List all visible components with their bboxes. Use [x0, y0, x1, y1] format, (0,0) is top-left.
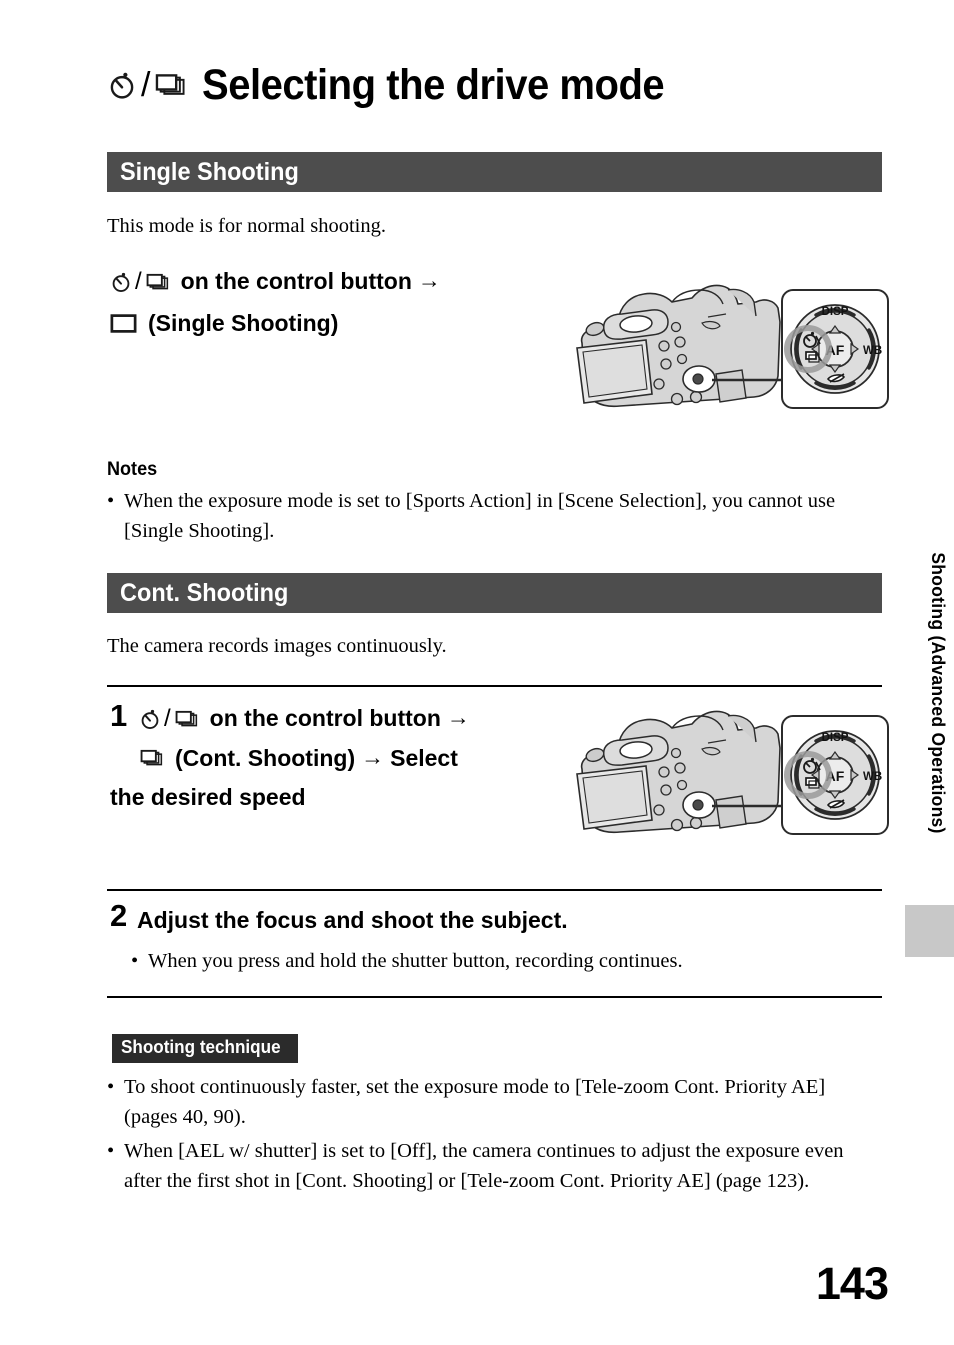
self-timer-icon: [139, 708, 161, 730]
slash-separator: /: [135, 267, 142, 295]
step-2-text: Adjust the focus and shoot the subject.: [137, 907, 568, 933]
instruction-text-2: (Single Shooting): [148, 309, 339, 336]
section-header-single-shooting: Single Shooting: [107, 152, 882, 192]
camera-control-button-illustration-1: AF DISP WB: [560, 276, 890, 421]
single-shooting-instruction: / on the control button → (Single Shooti…: [110, 264, 447, 341]
page-title-row: / Selecting the drive mode: [107, 52, 897, 118]
page-title: Selecting the drive mode: [202, 60, 665, 109]
instruction-line-2: (Single Shooting): [110, 306, 447, 342]
shooting-technique-label: Shooting technique: [121, 1037, 281, 1057]
arrow-icon: →: [446, 704, 470, 730]
section-header-cont-shooting: Cont. Shooting: [107, 573, 882, 613]
notes-label: Notes: [107, 459, 158, 480]
step-2-bullet: • When you press and hold the shutter bu…: [131, 946, 881, 976]
svg-text:WB: WB: [863, 345, 882, 357]
continuous-shooting-icon: [139, 747, 165, 769]
page-number: 143: [815, 1258, 889, 1309]
divider-rule-top: [107, 685, 882, 687]
step-1-text-2-tail: Select: [390, 744, 458, 771]
step-1-text-3: the desired speed: [110, 784, 306, 811]
step-1-text-1: on the control button: [209, 705, 441, 731]
side-tab-block: [905, 905, 954, 957]
shooting-technique-badge: Shooting technique: [112, 1034, 298, 1063]
notes-bullet-text: When the exposure mode is set to [Sports…: [124, 490, 836, 543]
camera-control-button-illustration-2: AF DISP WB: [560, 702, 890, 850]
step-number-2: 2: [110, 898, 128, 933]
arrow-icon: →: [417, 267, 441, 293]
single-shooting-icon: [110, 313, 137, 334]
bullet-point: •: [107, 1076, 115, 1098]
step-1-line-3: the desired speed: [110, 780, 476, 816]
technique-bullet-1: • To shoot continuously faster, set the …: [107, 1072, 882, 1132]
instruction-text-1: on the control button: [180, 268, 412, 294]
technique-bullet-1-text: To shoot continuously faster, set the ex…: [124, 1076, 826, 1129]
bullet-point: •: [107, 490, 115, 512]
section-header-label: Single Shooting: [120, 157, 299, 186]
title-icon-group: /: [107, 68, 188, 102]
step-number-1: 1: [110, 698, 128, 733]
side-tab-label: Shooting (Advanced Operations): [928, 552, 948, 834]
bullet-point: •: [107, 1140, 115, 1162]
self-timer-icon: [110, 271, 132, 293]
arrow-icon: →: [361, 743, 385, 770]
instruction-line-1: / on the control button →: [110, 264, 447, 300]
svg-text:DISP: DISP: [822, 732, 849, 744]
bullet-point: •: [131, 950, 139, 972]
divider-rule-bottom: [107, 996, 882, 998]
section-header-label: Cont. Shooting: [120, 578, 289, 607]
step-1-line-1: / on the control button →: [139, 701, 476, 737]
single-shooting-intro: This mode is for normal shooting.: [107, 215, 387, 237]
manual-page: / Selecting the drive mode Single Shooti…: [0, 0, 954, 1345]
continuous-shooting-icon: [145, 271, 171, 293]
technique-bullet-2-text: When [AEL w/ shutter] is set to [Off], t…: [124, 1140, 844, 1193]
svg-text:WB: WB: [863, 771, 882, 783]
technique-bullet-2: • When [AEL w/ shutter] is set to [Off],…: [107, 1136, 882, 1196]
continuous-shooting-icon: [154, 70, 188, 100]
divider-rule-middle: [107, 889, 882, 891]
step-1-text-2: (Cont. Shooting): [175, 744, 356, 771]
step-1-line-2: (Cont. Shooting) → Select: [139, 741, 476, 777]
slash-separator: /: [141, 66, 151, 104]
self-timer-icon: [107, 70, 137, 100]
step-1-instruction: / on the control button → (Cont. Shootin…: [110, 701, 476, 816]
continuous-shooting-icon: [174, 708, 200, 730]
step-2-bullet-text: When you press and hold the shutter butt…: [148, 950, 683, 972]
cont-shooting-intro: The camera records images continuously.: [107, 635, 447, 657]
slash-separator: /: [164, 704, 171, 732]
notes-bullet: • When the exposure mode is set to [Spor…: [107, 486, 882, 546]
svg-text:DISP: DISP: [822, 306, 849, 318]
